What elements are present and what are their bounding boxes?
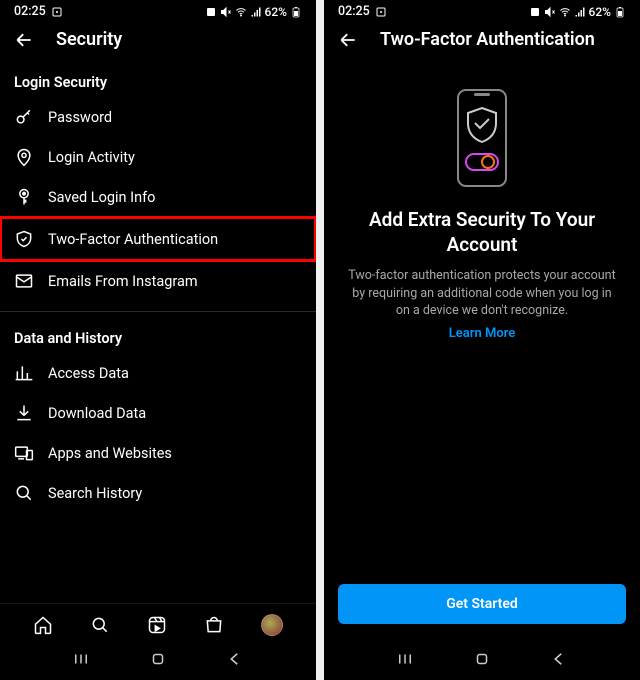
signal-icon [250, 6, 262, 18]
learn-more-link[interactable]: Learn More [449, 326, 515, 341]
tfa-heading: Add Extra Security To Your Account [346, 208, 618, 257]
item-label: Download Data [48, 405, 146, 422]
sys-recent-icon[interactable] [72, 650, 90, 668]
section-data-history: Data and History [0, 316, 316, 353]
nav-reels-icon[interactable] [147, 615, 167, 635]
header: Security [0, 21, 316, 60]
item-label: Apps and Websites [48, 445, 172, 462]
phone-shield-illustration [450, 88, 514, 188]
item-apps-websites[interactable]: Apps and Websites [0, 433, 316, 473]
sys-home-icon[interactable] [473, 650, 491, 668]
system-nav [0, 640, 316, 680]
wifi-icon [559, 6, 571, 18]
item-search-history[interactable]: Search History [0, 473, 316, 513]
item-label: Login Activity [48, 149, 135, 166]
status-time: 02:25 [14, 4, 46, 19]
bottom-nav [0, 603, 316, 640]
bar-chart-icon [14, 363, 34, 383]
item-login-activity[interactable]: Login Activity [0, 137, 316, 177]
sys-back-icon[interactable] [226, 650, 244, 668]
location-icon [14, 147, 34, 167]
download-icon [14, 403, 34, 423]
status-bar: 02:25 62% [0, 0, 316, 21]
section-login-security: Login Security [0, 60, 316, 97]
status-time: 02:25 [338, 4, 370, 19]
item-label: Two-Factor Authentication [48, 231, 218, 248]
mail-icon [14, 271, 34, 291]
item-label: Search History [48, 485, 142, 502]
screenshot-icon [51, 6, 63, 18]
item-label: Password [48, 109, 112, 126]
shield-check-icon [14, 229, 34, 249]
phone-two-factor: 02:25 62% Two-Factor Authentication Add … [324, 0, 640, 680]
item-label: Saved Login Info [48, 189, 155, 206]
tfa-content: Add Extra Security To Your Account Two-f… [324, 60, 640, 584]
volume-off-icon [544, 6, 556, 18]
battery-icon [614, 6, 626, 18]
header: Two-Factor Authentication [324, 21, 640, 60]
item-password[interactable]: Password [0, 97, 316, 137]
volume-off-icon [220, 6, 232, 18]
sys-back-icon[interactable] [550, 650, 568, 668]
item-emails[interactable]: Emails From Instagram [0, 261, 316, 301]
screenshot-icon [375, 6, 387, 18]
nav-shop-icon[interactable] [204, 615, 224, 635]
divider [0, 311, 316, 312]
nav-search-icon[interactable] [90, 615, 110, 635]
nfc-icon [529, 6, 541, 18]
item-label: Emails From Instagram [48, 273, 198, 290]
nfc-icon [205, 6, 217, 18]
item-two-factor[interactable]: Two-Factor Authentication [0, 217, 316, 261]
phone-security: 02:25 62% Security Login Security Passwo… [0, 0, 316, 680]
key-icon [14, 107, 34, 127]
page-title: Two-Factor Authentication [380, 29, 595, 50]
item-access-data[interactable]: Access Data [0, 353, 316, 393]
sys-recent-icon[interactable] [396, 650, 414, 668]
key-lock-icon [14, 187, 34, 207]
tfa-description: Two-factor authentication protects your … [346, 267, 618, 320]
battery-icon [290, 6, 302, 18]
item-download-data[interactable]: Download Data [0, 393, 316, 433]
wifi-icon [235, 6, 247, 18]
status-bar: 02:25 62% [324, 0, 640, 21]
page-title: Security [56, 29, 122, 50]
devices-icon [14, 443, 34, 463]
search-icon [14, 483, 34, 503]
nav-profile-avatar[interactable] [261, 614, 283, 636]
back-icon[interactable] [14, 30, 34, 50]
status-battery: 62% [589, 5, 611, 19]
back-icon[interactable] [338, 30, 358, 50]
item-label: Access Data [48, 365, 129, 382]
system-nav [324, 640, 640, 680]
status-battery: 62% [265, 5, 287, 19]
signal-icon [574, 6, 586, 18]
get-started-button[interactable]: Get Started [338, 584, 626, 624]
nav-home-icon[interactable] [33, 615, 53, 635]
sys-home-icon[interactable] [149, 650, 167, 668]
item-saved-login[interactable]: Saved Login Info [0, 177, 316, 217]
